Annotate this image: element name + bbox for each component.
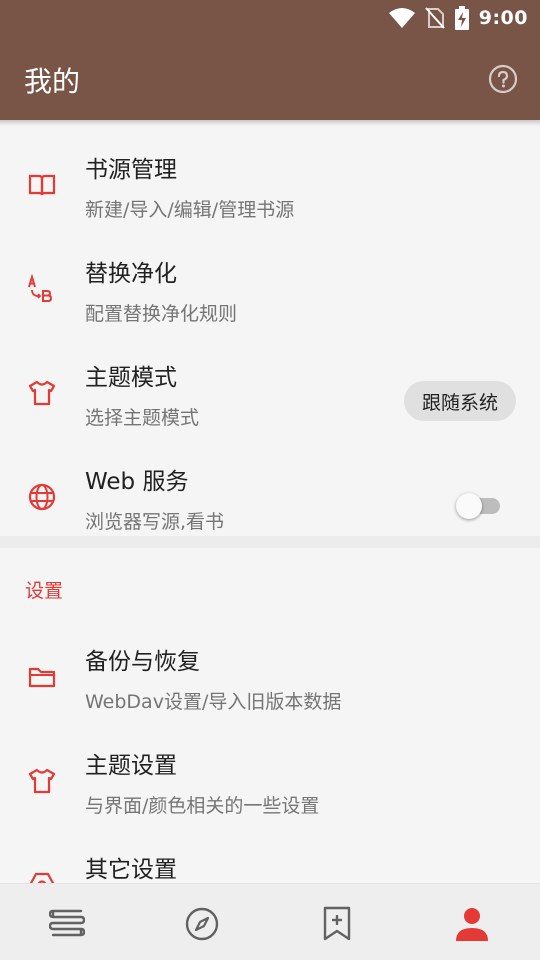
compass-icon — [185, 907, 219, 941]
bookmark-add-icon — [323, 906, 351, 941]
menu-item-title: 备份与恢复 — [85, 649, 200, 675]
menu-item-title: 其它设置 — [85, 857, 177, 883]
menu-item-title: 书源管理 — [85, 157, 177, 183]
app-bar: 9:00 我的 — [0, 0, 540, 120]
menu-item-subtitle: 配置替换净化规则 — [85, 303, 238, 325]
menu-item-web-service[interactable]: Web 服务 浏览器写源,看书 — [0, 444, 540, 548]
menu-item-title: Web 服务 — [85, 469, 189, 495]
settings-hexagon-icon — [29, 872, 55, 883]
help-icon[interactable] — [488, 64, 518, 94]
no-sim-icon — [424, 7, 445, 29]
globe-icon — [28, 483, 56, 511]
nav-tab-bookshelf[interactable] — [47, 904, 87, 944]
menu-item-other-settings[interactable]: 其它设置 — [0, 832, 540, 883]
section-divider — [0, 536, 540, 548]
bottom-navigation — [0, 883, 540, 960]
battery-charging-icon — [454, 6, 469, 30]
section-header-settings: 设置 — [25, 580, 64, 602]
bookshelf-icon — [49, 909, 85, 937]
shirt-icon — [28, 380, 56, 406]
shirt-icon — [28, 768, 56, 794]
menu-item-title: 替换净化 — [85, 261, 177, 287]
menu-item-book-source[interactable]: 书源管理 新建/导入/编辑/管理书源 — [0, 132, 540, 236]
status-bar: 9:00 — [388, 4, 528, 32]
web-service-switch[interactable] — [456, 492, 502, 520]
content: 书源管理 新建/导入/编辑/管理书源 替换净化 配置替换净化规则 主题模式 选择… — [0, 120, 540, 883]
nav-tab-my[interactable] — [452, 904, 492, 944]
folder-icon — [28, 667, 56, 688]
menu-item-title: 主题设置 — [85, 753, 177, 779]
menu-item-subtitle: WebDav设置/导入旧版本数据 — [85, 691, 342, 713]
book-icon — [28, 174, 56, 196]
theme-mode-chip[interactable]: 跟随系统 — [403, 381, 516, 421]
menu-item-title: 主题模式 — [85, 365, 177, 391]
menu-item-backup-restore[interactable]: 备份与恢复 WebDav设置/导入旧版本数据 — [0, 624, 540, 728]
menu-item-subtitle: 与界面/颜色相关的一些设置 — [85, 795, 320, 817]
nav-tab-rss[interactable] — [317, 904, 357, 944]
menu-item-subtitle: 新建/导入/编辑/管理书源 — [85, 199, 295, 221]
nav-tab-explore[interactable] — [182, 904, 222, 944]
person-icon — [456, 908, 488, 941]
menu-item-replace-rule[interactable]: 替换净化 配置替换净化规则 — [0, 236, 540, 340]
menu-item-theme-settings[interactable]: 主题设置 与界面/颜色相关的一些设置 — [0, 728, 540, 832]
menu-item-theme-mode[interactable]: 主题模式 选择主题模式 跟随系统 — [0, 340, 540, 444]
wifi-icon — [388, 8, 415, 28]
menu-item-subtitle: 选择主题模式 — [85, 407, 200, 429]
page-title: 我的 — [24, 65, 81, 98]
menu-item-subtitle: 浏览器写源,看书 — [85, 511, 225, 533]
switch-thumb — [456, 493, 482, 519]
status-time: 9:00 — [478, 7, 528, 29]
replace-ab-icon — [28, 274, 53, 302]
